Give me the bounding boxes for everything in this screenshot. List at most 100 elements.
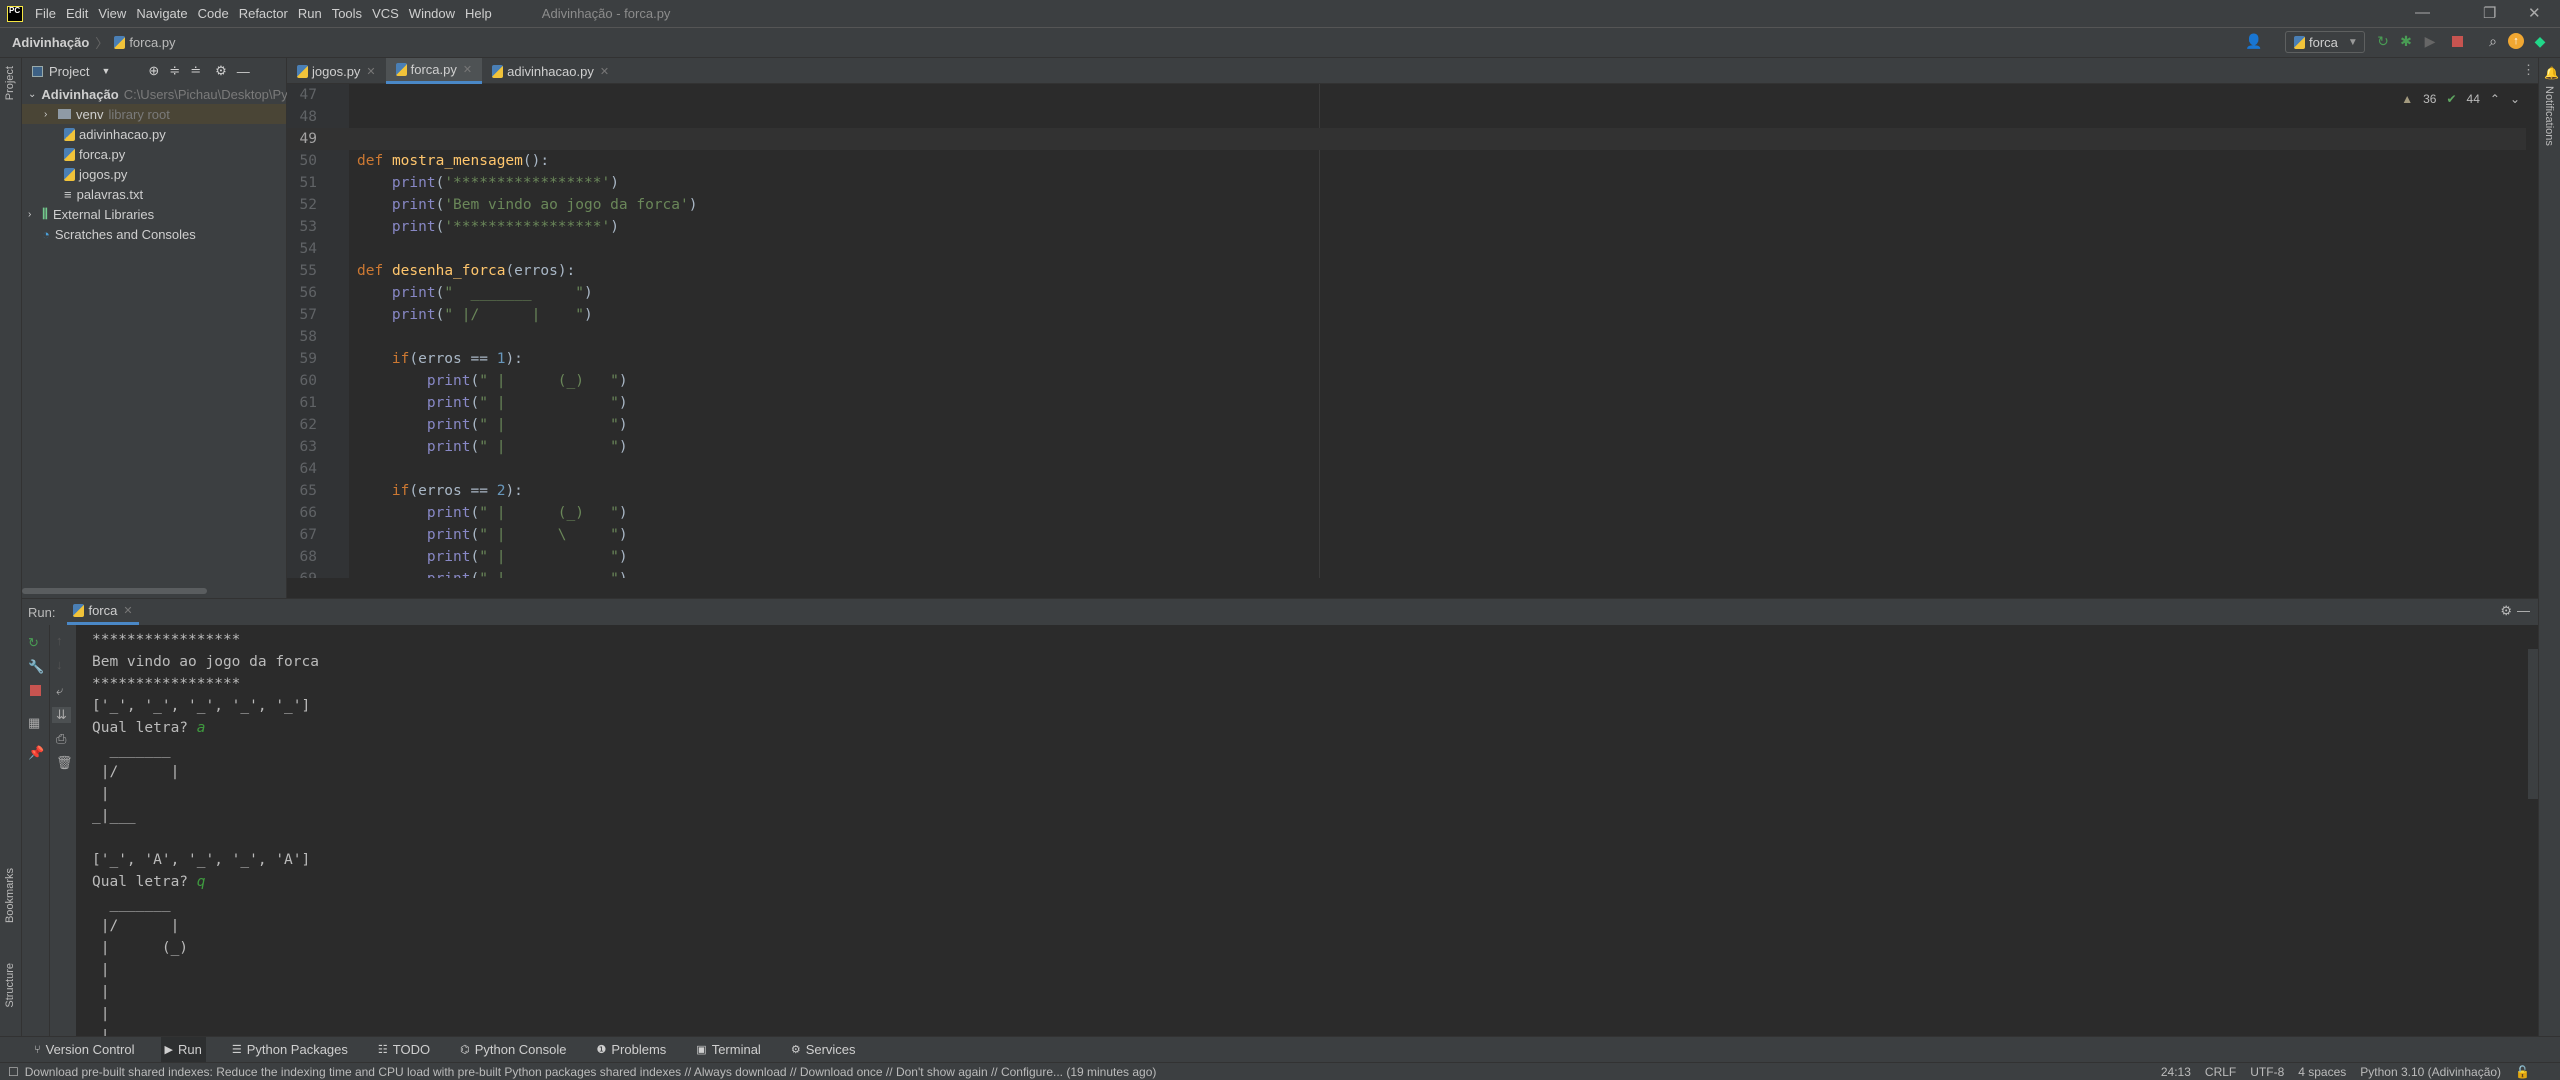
rerun-icon[interactable]: ↻	[2375, 33, 2391, 49]
close-tab-icon[interactable]: ✕	[600, 65, 609, 78]
status-message[interactable]: Download pre-built shared indexes: Reduc…	[25, 1065, 1157, 1079]
tree-item-scratches[interactable]: ◔ Scratches and Consoles	[22, 224, 286, 244]
stop-icon[interactable]	[30, 685, 41, 696]
file-encoding[interactable]: UTF-8	[2250, 1065, 2284, 1079]
horizontal-scrollbar[interactable]	[22, 588, 207, 594]
minimize-button[interactable]: —	[2415, 4, 2430, 21]
structure-tool-button[interactable]: Structure	[4, 963, 16, 1008]
expand-all-icon[interactable]: ≑	[169, 63, 180, 79]
up-arrow-icon[interactable]: ↑	[56, 633, 63, 648]
debug-icon[interactable]: ✱	[2398, 33, 2414, 49]
menu-view[interactable]: View	[98, 6, 126, 21]
code-line[interactable]: 53 print('*****************')	[287, 216, 2538, 238]
locate-icon[interactable]: ⊕	[148, 63, 159, 79]
run-tab-forca[interactable]: forca ✕	[67, 599, 139, 625]
close-tab-icon[interactable]: ✕	[366, 65, 375, 78]
notifications-tool-button[interactable]: Notifications	[2543, 86, 2555, 146]
tool-terminal[interactable]: ▣ Terminal	[692, 1037, 765, 1063]
project-tool-button[interactable]: Project	[4, 66, 16, 100]
breadcrumb-project[interactable]: Adivinhação	[12, 35, 89, 50]
lock-icon[interactable]: 🔓	[2515, 1065, 2530, 1079]
code-line[interactable]: 66 print(" | (_) ")	[287, 502, 2538, 524]
project-view-selector[interactable]: Project	[49, 64, 89, 79]
down-arrow-icon[interactable]: ↓	[56, 657, 63, 672]
layout-icon[interactable]: ▦	[28, 715, 40, 731]
menu-file[interactable]: File	[35, 6, 56, 21]
menu-tools[interactable]: Tools	[332, 6, 362, 21]
code-line[interactable]: 62 print(" | ")	[287, 414, 2538, 436]
editor-scrollbar[interactable]	[2526, 84, 2538, 578]
code-line[interactable]: 68 print(" | ")	[287, 546, 2538, 568]
pin-icon[interactable]: 📌	[28, 745, 44, 761]
code-line[interactable]: 64	[287, 458, 2538, 480]
tree-item-file[interactable]: adivinhacao.py	[22, 124, 286, 144]
console-scrollbar[interactable]	[2528, 649, 2538, 799]
editor-tab-jogos[interactable]: jogos.py ✕	[287, 58, 386, 84]
menu-refactor[interactable]: Refactor	[239, 6, 288, 21]
menu-vcs[interactable]: VCS	[372, 6, 399, 21]
code-line[interactable]: 61 print(" | ")	[287, 392, 2538, 414]
caret-position[interactable]: 24:13	[2161, 1065, 2191, 1079]
tree-item-file[interactable]: jogos.py	[22, 164, 286, 184]
inspection-widget[interactable]: ▲ 36 ✔ 44 ⌃ ⌄	[2401, 92, 2520, 106]
rerun-icon[interactable]: ↻	[28, 635, 39, 651]
close-tab-icon[interactable]: ✕	[463, 63, 472, 76]
code-line[interactable]: 55 def desenha_forca(erros):	[287, 260, 2538, 282]
menu-navigate[interactable]: Navigate	[136, 6, 187, 21]
user-icon[interactable]: 👤	[2245, 33, 2262, 49]
code-line[interactable]: 49	[287, 128, 2538, 150]
gear-icon[interactable]: ⚙	[215, 63, 227, 79]
soft-wrap-icon[interactable]: ⤶	[56, 683, 63, 699]
code-line[interactable]: 57 print(" |/ | ")	[287, 304, 2538, 326]
collapse-all-icon[interactable]: ≐	[190, 63, 201, 79]
wrench-icon[interactable]: 🔧	[28, 659, 44, 675]
tool-todo[interactable]: ☷ TODO	[374, 1037, 434, 1063]
console-output[interactable]: ***************** Bem vindo ao jogo da fo…	[92, 629, 319, 1047]
code-line[interactable]: 54	[287, 238, 2538, 260]
print-icon[interactable]: ⎙	[56, 731, 66, 747]
gear-icon[interactable]: ⚙	[2500, 603, 2512, 619]
notification-icon[interactable]: ☐	[8, 1065, 19, 1079]
code-line[interactable]: 47	[287, 84, 2538, 106]
code-line[interactable]: 59 if(erros == 1):	[287, 348, 2538, 370]
code-line[interactable]: 65 if(erros == 2):	[287, 480, 2538, 502]
tree-item-project-root[interactable]: ⌄ Adivinhação C:\Users\Pichau\Desktop\Py	[22, 84, 288, 104]
menu-help[interactable]: Help	[465, 6, 492, 21]
code-line[interactable]: 60 print(" | (_) ")	[287, 370, 2538, 392]
menu-edit[interactable]: Edit	[66, 6, 88, 21]
code-line[interactable]: 67 print(" | \ ")	[287, 524, 2538, 546]
tool-run[interactable]: ▶ Run	[160, 1036, 206, 1063]
tree-item-file[interactable]: ≡ palavras.txt	[22, 184, 286, 204]
python-interpreter[interactable]: Python 3.10 (Adivinhação)	[2360, 1065, 2501, 1079]
code-line[interactable]: 63 print(" | ")	[287, 436, 2538, 458]
editor-tab-adivinhacao[interactable]: adivinhacao.py ✕	[482, 58, 619, 84]
tool-services[interactable]: ⚙ Services	[787, 1037, 860, 1063]
code-line[interactable]: 58	[287, 326, 2538, 348]
hide-icon[interactable]: —	[2517, 603, 2530, 618]
indent-setting[interactable]: 4 spaces	[2298, 1065, 2346, 1079]
notifications-bell-icon[interactable]: 🔔	[2544, 66, 2559, 80]
search-icon[interactable]: ⌕	[2485, 33, 2501, 49]
code-line[interactable]: 48	[287, 106, 2538, 128]
hide-icon[interactable]: —	[237, 64, 250, 79]
code-line[interactable]: 56 print(" _______ ")	[287, 282, 2538, 304]
coverage-icon[interactable]: ▶	[2422, 33, 2438, 49]
menu-code[interactable]: Code	[198, 6, 229, 21]
more-tabs-icon[interactable]: ⋮	[2522, 62, 2535, 78]
tool-problems[interactable]: ❶ Problems	[592, 1037, 670, 1063]
bookmarks-tool-button[interactable]: Bookmarks	[4, 868, 16, 923]
code-line[interactable]: 50 def mostra_mensagem():	[287, 150, 2538, 172]
run-config-selector[interactable]: forca ▼	[2285, 31, 2365, 53]
tool-python-packages[interactable]: ☰ Python Packages	[228, 1037, 352, 1063]
update-icon[interactable]: ↑	[2508, 33, 2524, 49]
trash-icon[interactable]: 🗑	[56, 755, 73, 771]
line-separator[interactable]: CRLF	[2205, 1065, 2236, 1079]
toolbox-icon[interactable]: ◆	[2532, 33, 2548, 49]
tree-item-file[interactable]: forca.py	[22, 144, 286, 164]
menu-run[interactable]: Run	[298, 6, 322, 21]
tool-python-console[interactable]: ⌬ Python Console	[456, 1037, 570, 1063]
code-line[interactable]: 69 print(" | ")	[287, 568, 2538, 578]
restore-button[interactable]: ❐	[2483, 4, 2496, 22]
code-editor[interactable]: 47 48 49 50 def mostra_mensagem(): 51 print('…	[287, 84, 2538, 578]
tree-item-external-libraries[interactable]: › ⫼ External Libraries	[22, 204, 286, 224]
